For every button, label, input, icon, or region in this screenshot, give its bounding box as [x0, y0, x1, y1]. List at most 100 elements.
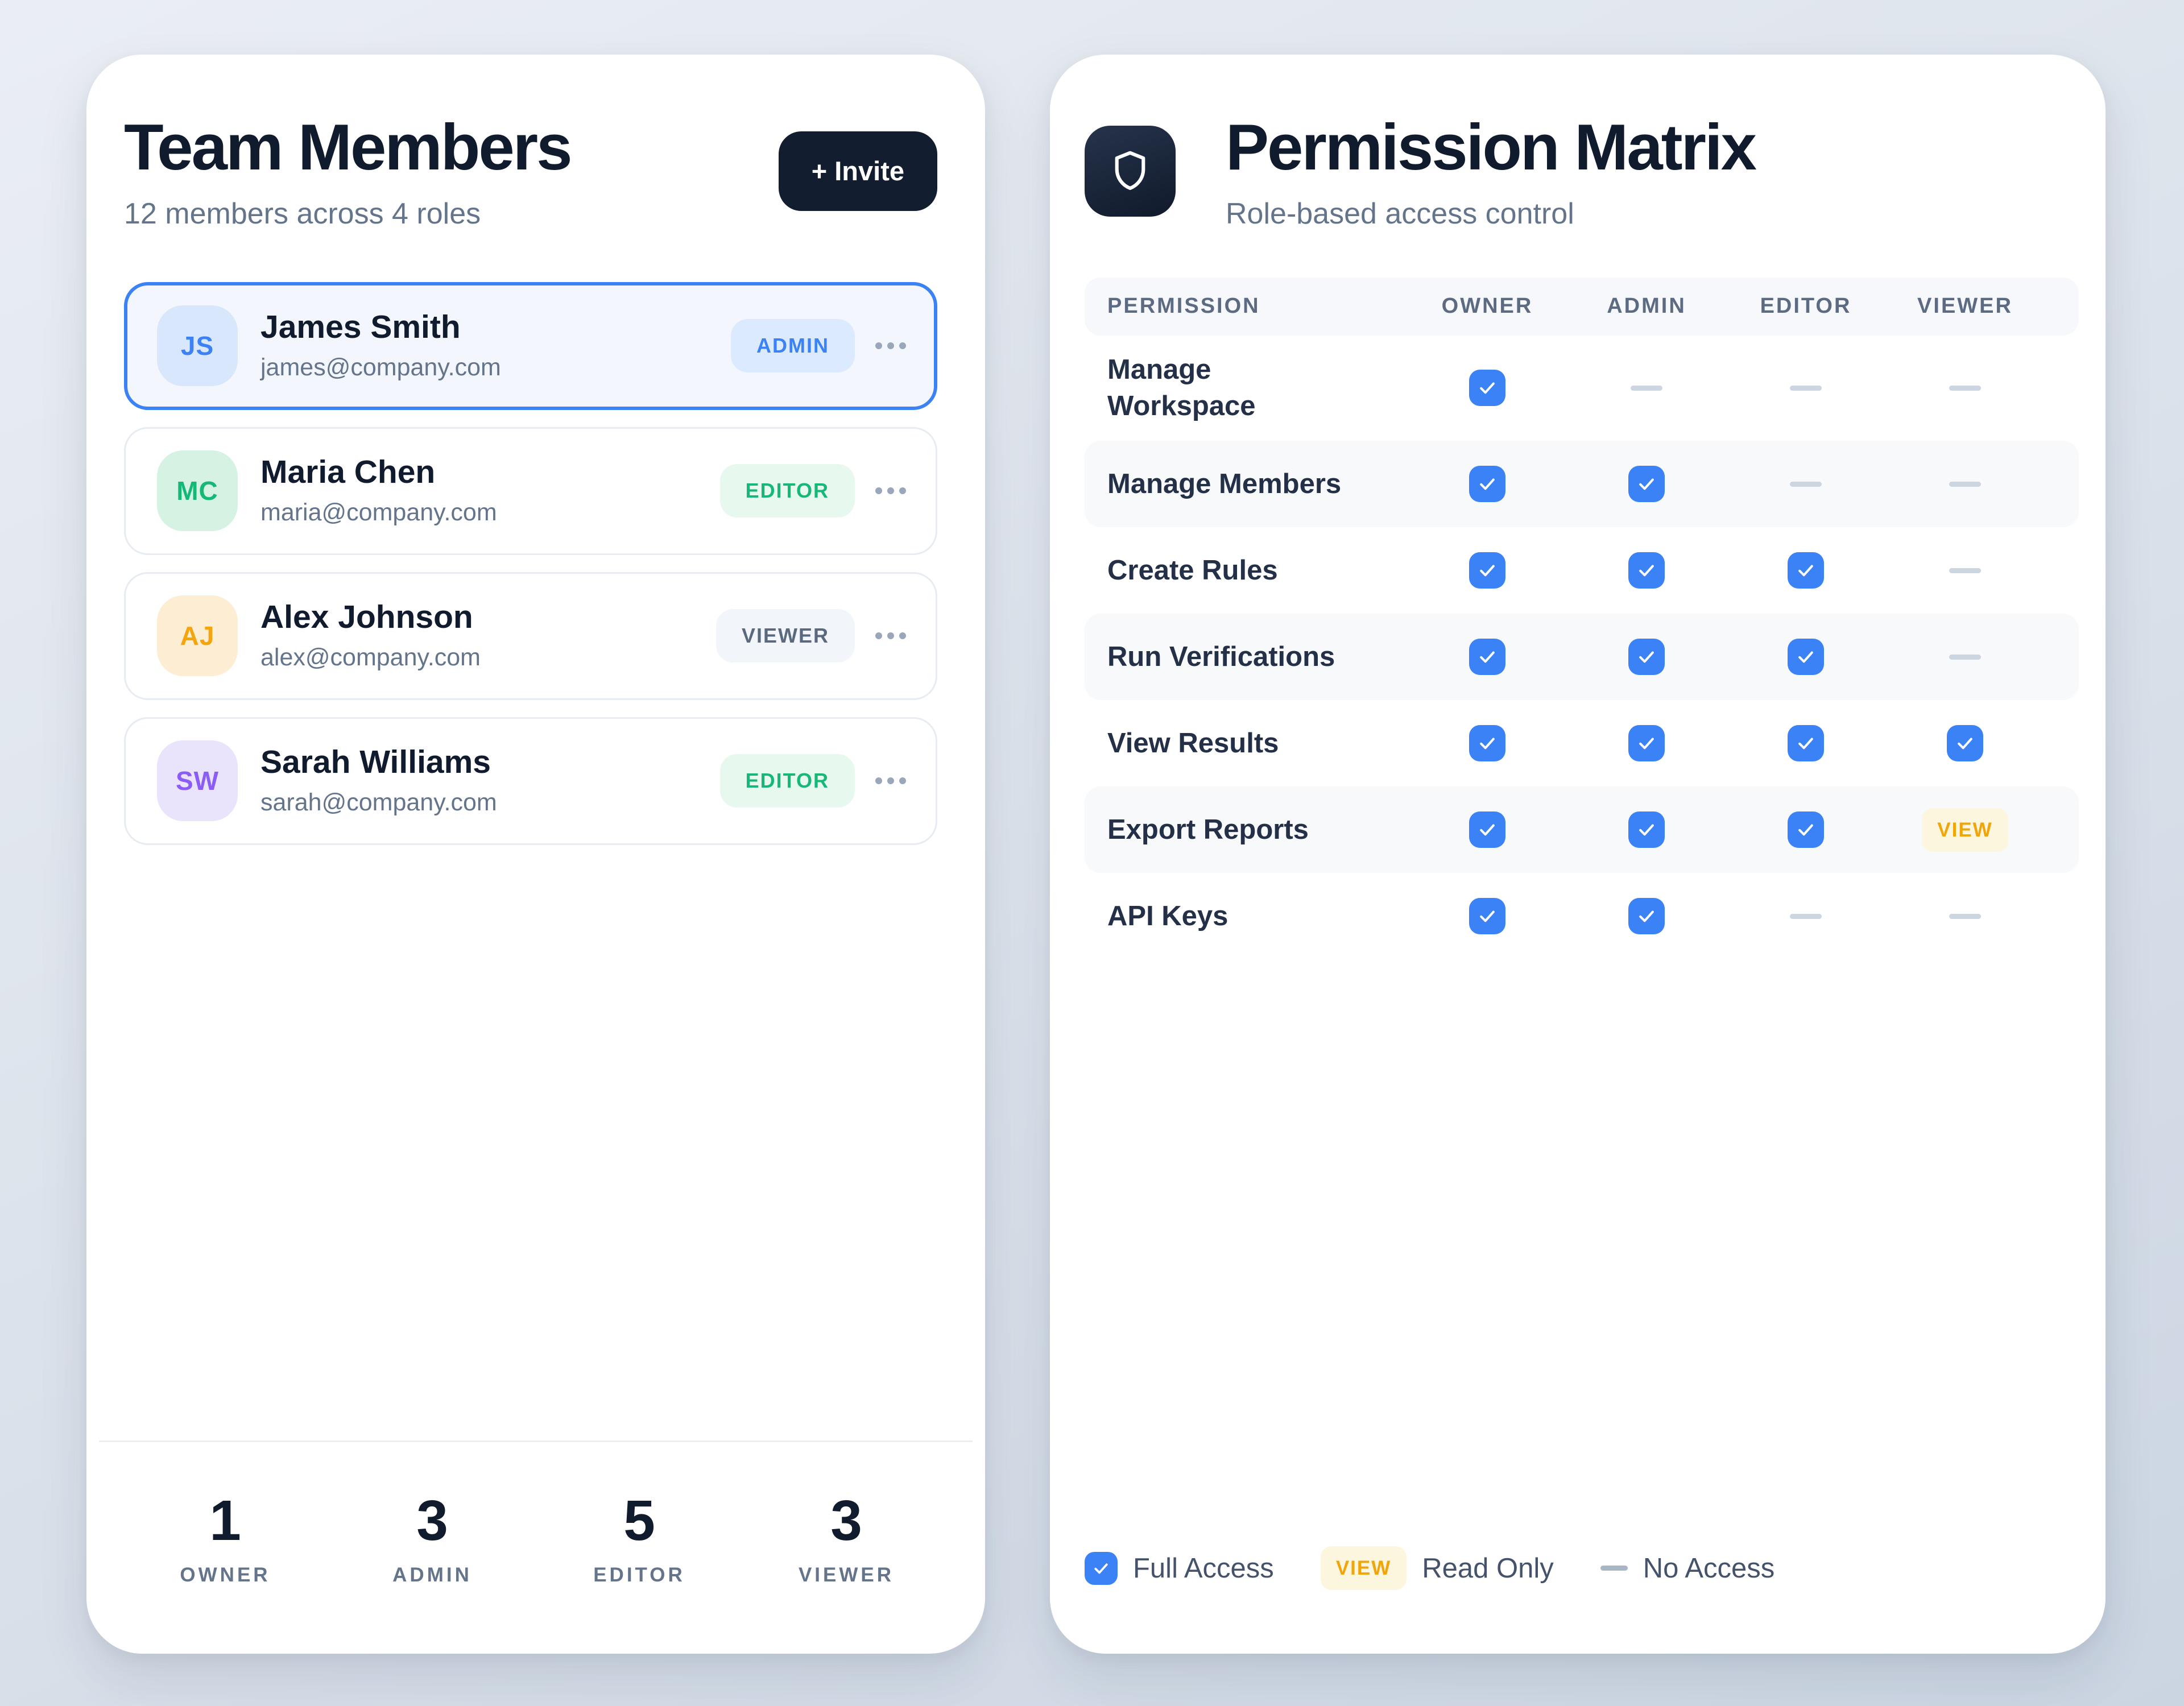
checkbox-checked-icon[interactable]: [1628, 725, 1665, 761]
shield-icon: [1085, 126, 1176, 217]
member-email: alex@company.com: [260, 644, 481, 672]
permission-cell: [1408, 898, 1567, 934]
member-role-badge: EDITOR: [720, 464, 855, 517]
checkbox-checked-icon[interactable]: [1628, 898, 1665, 934]
permission-label: Export Reports: [1085, 811, 1352, 848]
permission-cell: [1567, 898, 1726, 934]
no-access-dash-icon: [1790, 914, 1822, 919]
member-email: maria@company.com: [260, 499, 497, 527]
checkbox-checked-icon: [1085, 1552, 1118, 1585]
more-options-icon[interactable]: [874, 337, 907, 355]
permission-cell: [1885, 725, 2045, 761]
checkbox-checked-icon[interactable]: [1628, 552, 1665, 589]
stat-value: 3: [329, 1492, 536, 1549]
permission-cell: [1885, 568, 2045, 573]
role-stat: 3 VIEWER: [743, 1492, 950, 1587]
permission-cell: [1567, 639, 1726, 675]
permission-cell: [1885, 482, 2045, 487]
permission-cell: [1408, 725, 1567, 761]
more-options-icon[interactable]: [874, 772, 907, 790]
legend-item-read-only: VIEW Read Only: [1321, 1546, 1554, 1590]
legend: Full Access VIEW Read Only No Access: [1085, 1546, 2079, 1590]
permission-cell: [1885, 386, 2045, 391]
permission-label: Create Rules: [1085, 552, 1352, 589]
member-info: Maria Chen maria@company.com: [260, 456, 497, 527]
permission-cell: VIEW: [1885, 808, 2045, 852]
checkbox-checked-icon[interactable]: [1788, 725, 1824, 761]
checkbox-checked-icon[interactable]: [1469, 466, 1505, 502]
member-email: sarah@company.com: [260, 789, 497, 817]
checkbox-checked-icon[interactable]: [1788, 552, 1824, 589]
checkbox-checked-icon[interactable]: [1469, 639, 1505, 675]
stat-label: OWNER: [122, 1564, 329, 1587]
member-name: Alex Johnson: [260, 601, 481, 635]
no-access-dash-icon: [1949, 482, 1981, 487]
role-stat: 3 ADMIN: [329, 1492, 536, 1587]
stat-label: VIEWER: [743, 1564, 950, 1587]
member-row[interactable]: MC Maria Chen maria@company.com EDITOR: [124, 427, 937, 555]
permission-cell: [1726, 639, 1885, 675]
member-role-badge: ADMIN: [731, 319, 855, 372]
avatar: JS: [157, 305, 238, 386]
checkbox-checked-icon[interactable]: [1788, 811, 1824, 848]
permission-label: View Results: [1085, 725, 1352, 762]
permission-cell: [1408, 639, 1567, 675]
permission-cell: [1726, 725, 1885, 761]
checkbox-checked-icon[interactable]: [1469, 811, 1505, 848]
permission-cell: [1408, 466, 1567, 502]
checkbox-checked-icon[interactable]: [1469, 898, 1505, 934]
checkbox-checked-icon[interactable]: [1469, 552, 1505, 589]
team-role-stats: 1 OWNER 3 ADMIN 5 EDITOR 3 VIEWER: [99, 1440, 973, 1587]
no-access-dash-icon: [1790, 482, 1822, 487]
legend-item-no-access: No Access: [1600, 1552, 1774, 1584]
no-access-dash-icon: [1949, 568, 1981, 573]
permission-label: API Keys: [1085, 898, 1352, 935]
avatar: MC: [157, 450, 238, 531]
team-title: Team Members: [124, 111, 571, 184]
stat-label: EDITOR: [536, 1564, 743, 1587]
view-badge: VIEW: [1321, 1546, 1407, 1590]
permission-row: Export Reports VIEW: [1085, 786, 2079, 873]
checkbox-checked-icon[interactable]: [1628, 811, 1665, 848]
no-access-dash-icon: [1949, 386, 1981, 391]
member-name: Maria Chen: [260, 456, 497, 490]
stat-label: ADMIN: [329, 1564, 536, 1587]
legend-label: No Access: [1643, 1552, 1774, 1584]
permission-row: API Keys: [1085, 873, 2079, 959]
member-row[interactable]: AJ Alex Johnson alex@company.com VIEWER: [124, 572, 937, 700]
permission-row: View Results: [1085, 700, 2079, 786]
permission-row: Create Rules: [1085, 527, 2079, 614]
checkbox-checked-icon[interactable]: [1469, 725, 1505, 761]
role-stat: 5 EDITOR: [536, 1492, 743, 1587]
more-options-icon[interactable]: [874, 482, 907, 500]
no-access-dash-icon: [1949, 655, 1981, 660]
permission-cell: [1408, 811, 1567, 848]
permission-cell: [1408, 370, 1567, 406]
no-access-dash-icon: [1949, 914, 1981, 919]
permission-cell: [1885, 914, 2045, 919]
checkbox-checked-icon[interactable]: [1469, 370, 1505, 406]
invite-button[interactable]: + Invite: [779, 131, 937, 211]
member-info: Sarah Williams sarah@company.com: [260, 746, 497, 817]
member-actions: EDITOR: [720, 754, 907, 808]
checkbox-checked-icon[interactable]: [1947, 725, 1983, 761]
permission-cell: [1726, 552, 1885, 589]
matrix-title-block: Permission Matrix Role-based access cont…: [1226, 111, 1755, 231]
checkbox-checked-icon[interactable]: [1628, 639, 1665, 675]
member-email: james@company.com: [260, 354, 501, 382]
legend-label: Read Only: [1422, 1552, 1554, 1584]
stat-value: 1: [122, 1492, 329, 1549]
permission-cell: [1567, 725, 1726, 761]
permission-label: Manage Workspace: [1085, 351, 1352, 425]
member-info: Alex Johnson alex@company.com: [260, 601, 481, 672]
team-subtitle: 12 members across 4 roles: [124, 197, 571, 231]
matrix-header: Permission Matrix Role-based access cont…: [1085, 111, 2079, 231]
checkbox-checked-icon[interactable]: [1628, 466, 1665, 502]
member-row[interactable]: JS James Smith james@company.com ADMIN: [124, 282, 937, 410]
member-actions: ADMIN: [731, 319, 907, 372]
checkbox-checked-icon[interactable]: [1788, 639, 1824, 675]
member-row[interactable]: SW Sarah Williams sarah@company.com EDIT…: [124, 717, 937, 845]
team-title-block: Team Members 12 members across 4 roles: [124, 111, 571, 231]
more-options-icon[interactable]: [874, 627, 907, 645]
column-header-admin: ADMIN: [1567, 294, 1726, 318]
